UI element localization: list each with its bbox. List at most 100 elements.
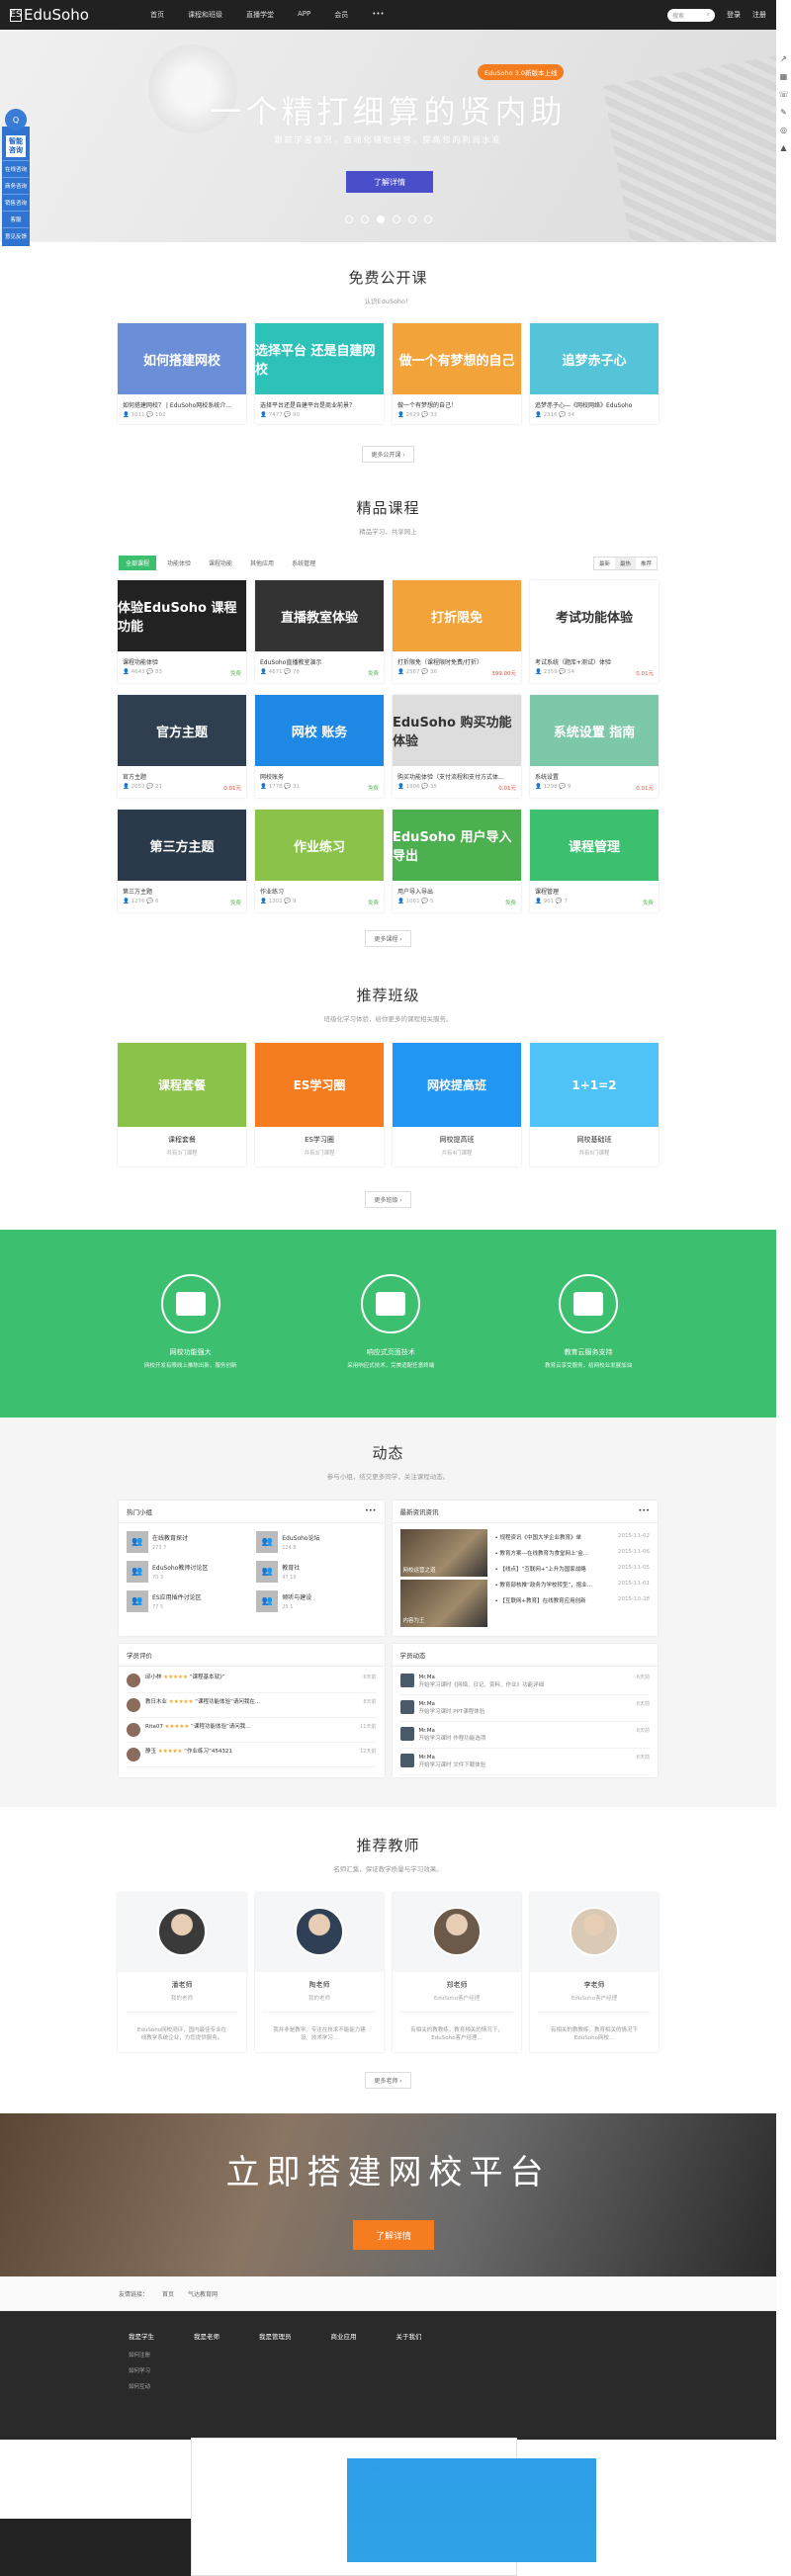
more-icon[interactable]: ••• (365, 1506, 377, 1516)
course-thumbnail[interactable]: 体验EduSoho 课程功能 (118, 580, 246, 651)
carousel-dot[interactable] (360, 215, 369, 223)
course-card[interactable]: EduSoho 购买功能体验 购买功能体验（支付流程和支付方式体... 👤 1806… (393, 695, 521, 798)
qq-side-icon[interactable]: ◎ (776, 126, 791, 143)
course-card[interactable]: 网校 账务 网校账务 👤 1778 💬 31 免费 (255, 695, 384, 798)
footer-link[interactable]: 如何互动 (129, 2382, 154, 2390)
course-title[interactable]: 购买功能体验（支付流程和支付方式体... (393, 766, 521, 784)
user-name[interactable]: Mr.Ma (419, 1754, 632, 1761)
tab-all[interactable]: 全部课程 (119, 556, 157, 570)
search-icon[interactable]: ⌕ (707, 11, 710, 19)
group-name[interactable]: ES应用插件讨论区 (152, 1592, 202, 1601)
class-name[interactable]: 课程套餐 (118, 1127, 246, 1149)
course-card[interactable]: 系统设置 指南 系统设置 👤 1298 💬 9 0.01元 (530, 695, 659, 798)
class-card[interactable]: 课程套餐 课程套餐 共有3门课程 (118, 1043, 246, 1166)
course-title[interactable]: 第三方主题 (118, 881, 246, 899)
course-thumbnail[interactable]: 系统设置 指南 (530, 695, 659, 766)
course-title[interactable]: 考试系统（题库+测试）体验 (530, 651, 659, 669)
course-card[interactable]: 选择平台 还是自建网校 选择平台还是自建平台是商业前景？ 👤 7477 💬 90 (255, 323, 384, 424)
nav-more[interactable]: ••• (360, 10, 396, 20)
class-card[interactable]: ES学习圈 ES学习圈 共有3门课程 (255, 1043, 384, 1166)
user-name[interactable]: Mr.Ma (419, 1674, 632, 1681)
news-item[interactable]: • 【线点】“互联网+”上升为国家战略 2015-11-05 (495, 1561, 651, 1577)
tab-function[interactable]: 功能体验 (160, 556, 198, 570)
course-card[interactable]: 考试功能体验 考试系统（题库+测试）体验 👤 2359 💬 54 0.01元 (530, 580, 659, 683)
group-item[interactable]: 👥 在线教育探讨 273 7 (127, 1531, 246, 1553)
nav-item-vip[interactable]: 会员 (322, 10, 360, 20)
course-thumbnail[interactable]: 官方主题 (118, 695, 246, 766)
more-free-courses-button[interactable]: 更多公开课 › (362, 446, 414, 463)
teacher-card[interactable]: 陶老师 我的老师 我并非是教学、专注在技术不能能力建设、技术学习... (255, 1893, 384, 2052)
feedback-link[interactable]: 意见反馈 (3, 227, 29, 244)
class-thumbnail[interactable]: 课程套餐 (118, 1043, 246, 1127)
teacher-card[interactable]: 潘老师 我的老师 EduSoho网校测评，国内最佳专业在线教学系统企业，为您提供服务… (118, 1893, 246, 2052)
user-name[interactable]: 邱小林 (145, 1674, 162, 1680)
class-thumbnail[interactable]: 1+1=2 (530, 1043, 659, 1127)
group-item[interactable]: 👥 ES应用插件讨论区 77 5 (127, 1590, 246, 1612)
cta-detail-button[interactable]: 了解详情 (353, 2220, 434, 2250)
course-thumbnail[interactable]: 打折限免 (393, 580, 521, 651)
teacher-name[interactable]: 郑老师 (393, 1972, 521, 1990)
more-icon[interactable]: ••• (638, 1506, 650, 1516)
teacher-card[interactable]: 李老师 EduSoho客户经理 有相关的教教练，教育相关的情况下EduSoho网校.… (530, 1893, 659, 2052)
course-title[interactable]: 课程管理 (530, 881, 659, 899)
user-name[interactable]: 教日木业 (145, 1699, 167, 1705)
nav-item-live[interactable]: 直播学堂 (234, 10, 286, 20)
course-title[interactable]: 做一个有梦想的自己！ (393, 394, 521, 412)
carousel-dot[interactable] (407, 215, 416, 223)
ad-image[interactable] (347, 2458, 596, 2562)
avatar[interactable] (127, 1698, 140, 1712)
course-thumbnail[interactable]: EduSoho 购买功能体验 (393, 695, 521, 766)
group-name[interactable]: 教育社 (282, 1563, 300, 1572)
avatar[interactable] (127, 1674, 140, 1687)
qrcode-icon[interactable]: ▦ (776, 72, 791, 90)
user-name[interactable]: Rita07 (145, 1724, 163, 1730)
class-thumbnail[interactable]: 网校提高班 (393, 1043, 521, 1127)
edit-icon[interactable]: ✎ (776, 108, 791, 126)
avatar[interactable] (399, 1727, 414, 1741)
course-thumbnail[interactable]: 如何搭建网校 (118, 323, 246, 394)
carousel-dot[interactable] (344, 215, 353, 223)
course-title[interactable]: 网校账务 (255, 766, 384, 784)
class-name[interactable]: 网校基础班 (530, 1127, 659, 1149)
user-name[interactable]: Mr.Ma (419, 1727, 632, 1735)
nav-item-app[interactable]: APP (286, 10, 322, 20)
user-name[interactable]: 静玉 (145, 1749, 156, 1755)
qq-icon[interactable]: Q (5, 109, 27, 130)
carousel-dot[interactable] (423, 215, 432, 223)
course-thumbnail[interactable]: 做一个有梦想的自己 (393, 323, 521, 394)
sort-hottest[interactable]: 最热 (614, 557, 636, 569)
course-card[interactable]: 打折限免 打折限免（课程限时免费/打折） 👤 2567 💬 36 399.00元 (393, 580, 521, 683)
class-card[interactable]: 网校提高班 网校提高班 共有4门课程 (393, 1043, 521, 1166)
course-card[interactable]: EduSoho 用户导入导出 用户导入导出 👤 1061 💬 5 免费 (393, 810, 521, 912)
nav-item-home[interactable]: 首页 (138, 10, 176, 20)
class-thumbnail[interactable]: ES学习圈 (255, 1043, 384, 1127)
news-image[interactable]: 网校运营之道 (399, 1529, 487, 1577)
hero-detail-button[interactable]: 了解详情 (346, 171, 433, 193)
friend-link[interactable]: 气达教育网 (188, 2289, 218, 2298)
footer-link[interactable]: 如何学习 (129, 2366, 154, 2374)
more-courses-button[interactable]: 更多课程 › (365, 930, 411, 947)
course-thumbnail[interactable]: 追梦赤子心 (530, 323, 659, 394)
more-classes-button[interactable]: 更多班级 › (365, 1191, 411, 1208)
course-title[interactable]: 打折限免（课程限时免费/打折） (393, 651, 521, 669)
footer-link[interactable]: 如何注册 (129, 2351, 154, 2359)
class-name[interactable]: 网校提高班 (393, 1127, 521, 1149)
service-link[interactable]: 客服 (3, 211, 29, 227)
course-thumbnail[interactable]: 网校 账务 (255, 695, 384, 766)
tab-course-function[interactable]: 课程功能 (202, 556, 239, 570)
course-title[interactable]: 用户导入导出 (393, 881, 521, 899)
teacher-avatar[interactable] (570, 1907, 619, 1956)
course-card[interactable]: 课程管理 课程管理 👤 901 💬 7 免费 (530, 810, 659, 912)
tab-other-apps[interactable]: 其他应用 (243, 556, 281, 570)
course-card[interactable]: 如何搭建网校 如何搭建网校？ | EduSoho网校系统介... 👤 1011 💬 … (118, 323, 246, 424)
news-item[interactable]: • 教育部核推“政务为学校转型”，抱业... 2015-11-01 (495, 1577, 651, 1592)
news-image[interactable]: 内容为王 (399, 1580, 487, 1627)
group-item[interactable]: 👥 倾听与建设 25 1 (256, 1590, 376, 1612)
class-card[interactable]: 1+1=2 网校基础班 共有5门课程 (530, 1043, 659, 1166)
group-name[interactable]: 倾听与建设 (282, 1592, 311, 1601)
course-thumbnail[interactable]: EduSoho 用户导入导出 (393, 810, 521, 881)
teacher-name[interactable]: 李老师 (530, 1972, 659, 1990)
avatar[interactable] (399, 1754, 414, 1767)
course-title[interactable]: 系统设置 (530, 766, 659, 784)
avatar[interactable] (127, 1723, 140, 1737)
